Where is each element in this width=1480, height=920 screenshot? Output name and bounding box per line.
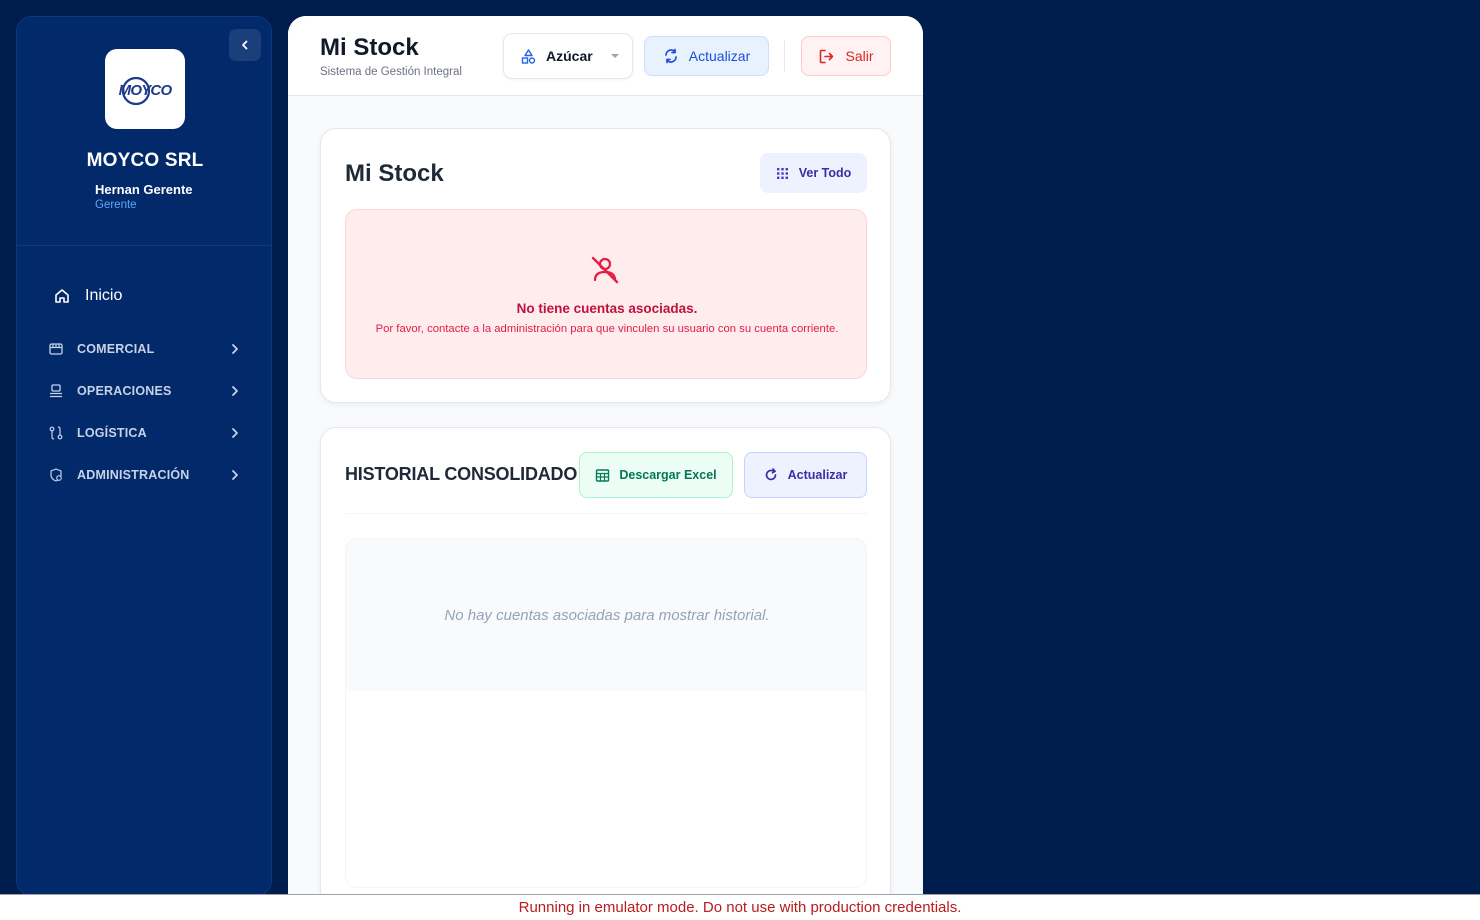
stock-card: Mi Stock Ver Todo No tiene cuentas asoci…: [320, 128, 891, 403]
history-refresh-button[interactable]: Actualizar: [744, 452, 867, 498]
admin-icon: [47, 466, 65, 484]
logout-icon: [820, 49, 834, 63]
view-all-button-label: Ver Todo: [798, 166, 852, 180]
user-slash-icon: [591, 256, 619, 284]
sidebar: MOYCO MOYCO SRL Hernan Gerente Gerente I…: [16, 16, 272, 896]
store-icon: [47, 340, 65, 358]
chevron-left-icon: [242, 40, 248, 50]
shapes-icon: [521, 48, 536, 64]
product-select-value: Azúcar: [546, 48, 593, 64]
chevron-right-icon: [227, 383, 243, 399]
sidebar-item-inicio[interactable]: Inicio: [53, 283, 122, 309]
main-panel: Mi Stock Sistema de Gestión Integral Azú…: [288, 16, 923, 898]
page-subtitle: Sistema de Gestión Integral: [320, 66, 462, 78]
operations-icon: [47, 382, 65, 400]
download-excel-button[interactable]: Descargar Excel: [579, 452, 733, 498]
alert-title: No tiene cuentas asociadas.: [516, 301, 698, 316]
sidebar-collapse-button[interactable]: [229, 29, 261, 61]
sync-icon: [664, 48, 677, 64]
download-excel-label: Descargar Excel: [619, 468, 717, 482]
route-icon: [47, 424, 65, 442]
chevron-right-icon: [227, 425, 243, 441]
history-card: HISTORIAL CONSOLIDADO Descargar Excel Ac…: [320, 427, 891, 898]
history-refresh-label: Actualizar: [787, 468, 848, 482]
page-title: Mi Stock: [320, 34, 419, 61]
refresh-button-label: Actualizar: [688, 48, 751, 64]
history-table-area: No hay cuentas asociadas para mostrar hi…: [345, 538, 867, 888]
sidebar-section-comercial[interactable]: COMERCIAL: [47, 337, 243, 361]
sidebar-section-label: LOGÍSTICA: [77, 426, 147, 440]
sidebar-section-administracion[interactable]: ADMINISTRACIÓN: [47, 463, 243, 487]
top-bar: Mi Stock Sistema de Gestión Integral Azú…: [288, 16, 923, 96]
sidebar-section-label: ADMINISTRACIÓN: [77, 468, 190, 482]
spreadsheet-icon: [596, 468, 610, 482]
refresh-icon: [765, 468, 776, 481]
company-name: MOYCO SRL: [86, 150, 204, 171]
sidebar-item-label: Inicio: [85, 287, 123, 304]
sidebar-section-operaciones[interactable]: OPERACIONES: [47, 379, 243, 403]
user-name: Hernan Gerente: [95, 182, 193, 197]
history-empty-message: No hay cuentas asociadas para mostrar hi…: [346, 539, 866, 691]
product-select[interactable]: Azúcar: [503, 33, 633, 79]
stock-card-title: Mi Stock: [345, 160, 444, 187]
history-card-title: HISTORIAL CONSOLIDADO: [345, 464, 578, 484]
sidebar-section-label: COMERCIAL: [77, 342, 155, 356]
sidebar-section-label: OPERACIONES: [77, 384, 172, 398]
logout-button-label: Salir: [845, 48, 874, 64]
chevron-right-icon: [227, 341, 243, 357]
emulator-notice: Running in emulator mode. Do not use wit…: [0, 894, 1480, 920]
logout-button[interactable]: Salir: [801, 36, 891, 76]
history-divider: [345, 513, 867, 514]
sidebar-divider: [17, 245, 271, 246]
company-logo: MOYCO: [105, 49, 185, 129]
moyco-logo-icon: MOYCO: [119, 76, 173, 106]
chevron-right-icon: [227, 467, 243, 483]
caret-down-icon: [610, 53, 620, 59]
view-all-button[interactable]: Ver Todo: [760, 153, 867, 193]
home-icon: [55, 289, 69, 303]
alert-message: Por favor, contacte a la administración …: [375, 323, 839, 335]
refresh-button[interactable]: Actualizar: [644, 36, 769, 76]
no-accounts-alert: No tiene cuentas asociadas. Por favor, c…: [345, 209, 867, 379]
user-role: Gerente: [95, 199, 137, 211]
grid-icon: [776, 167, 788, 179]
svg-text:MOYCO: MOYCO: [119, 82, 173, 99]
sidebar-section-logistica[interactable]: LOGÍSTICA: [47, 421, 243, 445]
topbar-divider: [784, 40, 785, 72]
